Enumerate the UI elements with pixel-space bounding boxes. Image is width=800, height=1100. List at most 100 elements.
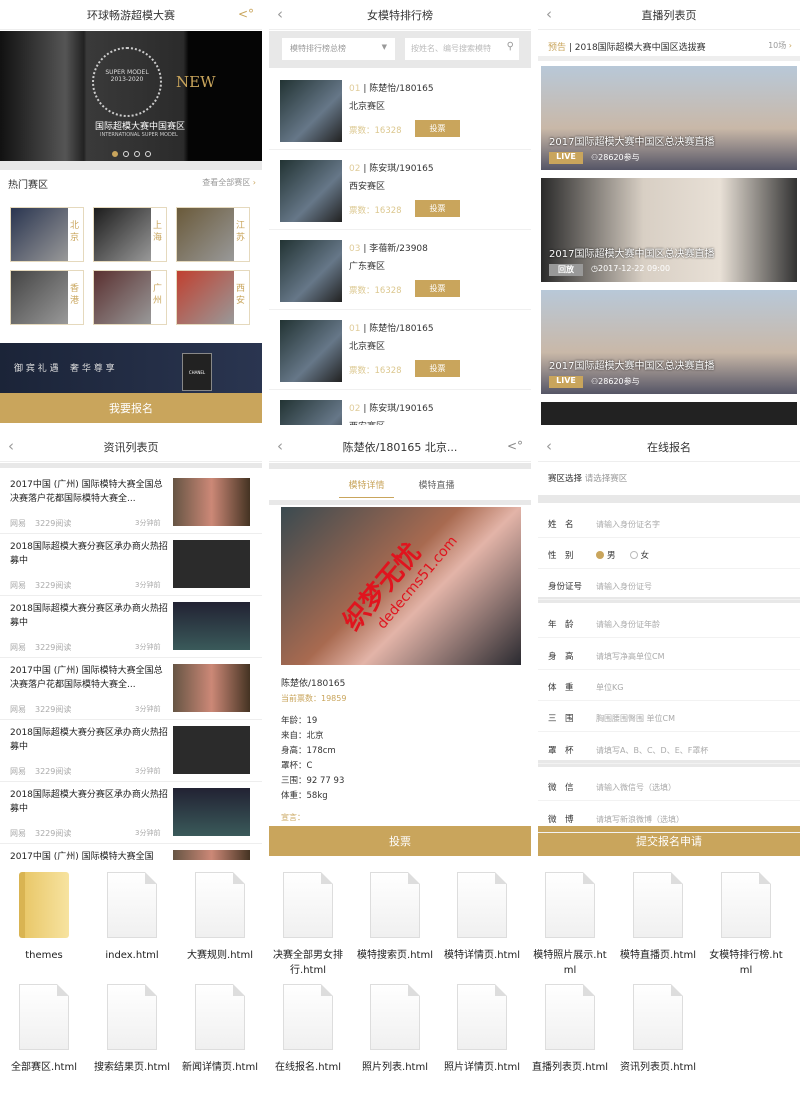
field-placeholder[interactable]: 请输入身份证号: [596, 582, 652, 591]
live-card[interactable]: 2017国际超模大赛中国区总决赛直播 回放 ◷2017-12-22 09:00: [541, 178, 797, 282]
back-icon[interactable]: ‹: [277, 5, 283, 23]
news-item[interactable]: 2018国际超模大赛分赛区承办商火热招募中 网易 3229阅读 3分钟前: [0, 598, 262, 658]
model-thumbnail[interactable]: [280, 80, 342, 142]
file-item[interactable]: 照片详情页.html: [438, 984, 526, 1075]
region-tile[interactable]: 香港: [10, 270, 84, 325]
ranking-row[interactable]: 01 | 陈楚怡/180165 北京赛区 票数：16328 投票: [269, 72, 531, 150]
field-placeholder[interactable]: 请输入身份证名字: [596, 520, 660, 529]
field-placeholder[interactable]: 单位KG: [596, 683, 623, 692]
tab-model-detail[interactable]: 模特详情: [339, 478, 394, 498]
tab-model-live[interactable]: 模特直播: [409, 478, 464, 491]
news-item[interactable]: 2017中国 (广州) 国际模特大赛全国总决赛落户花都国际模特大赛全... 网易 3…: [0, 660, 262, 720]
back-icon[interactable]: ‹: [277, 437, 283, 455]
model-thumbnail[interactable]: [280, 160, 342, 222]
file-item[interactable]: 新闻详情页.html: [176, 984, 264, 1075]
field-placeholder[interactable]: 请输入身份证年龄: [596, 620, 660, 629]
file-item[interactable]: 照片列表.html: [351, 984, 439, 1075]
carousel-dot[interactable]: [123, 151, 129, 157]
file-item[interactable]: 资讯列表页.html: [614, 984, 702, 1075]
news-item[interactable]: 2017中国 (广州) 国际模特大赛全国总决赛落户花都国际模特大赛全... 网易 3…: [0, 474, 262, 534]
carousel-dot[interactable]: [112, 151, 118, 157]
region-select[interactable]: 赛区选择 请选择赛区: [548, 472, 627, 484]
form-row[interactable]: 身份证号 请输入身份证号: [538, 570, 800, 600]
file-name: 全部赛区.html: [11, 1062, 77, 1073]
view-all-regions-link[interactable]: 查看全部赛区 ›: [202, 177, 256, 188]
file-item[interactable]: 模特直播页.html: [614, 872, 702, 963]
region-tile[interactable]: 广州: [93, 270, 167, 325]
form-row[interactable]: 微 博 请填写新浪微博（选填）: [538, 803, 800, 833]
carousel-dot[interactable]: [134, 151, 140, 157]
notice-bar[interactable]: 预告 | 2018国际超模大赛中国区选拔赛 10场 ›: [538, 31, 800, 61]
radio-icon[interactable]: [629, 551, 638, 559]
news-title: 2018国际超模大赛分赛区承办商火热招募中: [10, 728, 168, 752]
field-placeholder[interactable]: 胸围腰围臀围 单位CM: [596, 714, 675, 723]
file-item[interactable]: 模特照片展示.html: [526, 872, 614, 978]
live-card[interactable]: 2017国际超模大赛中国区总决赛直播 LIVE ⚇28620参与: [541, 66, 797, 170]
news-item[interactable]: 2018国际超模大赛分赛区承办商火热招募中 网易 3229阅读 3分钟前: [0, 536, 262, 596]
file-item[interactable]: 直播列表页.html: [526, 984, 614, 1075]
model-thumbnail[interactable]: [280, 320, 342, 382]
live-card[interactable]: 2017国际超模大赛中国区总决赛直播 LIVE ⚇28620参与: [541, 290, 797, 394]
hero-banner[interactable]: SUPER MODEL 2013-2020 NEW 国际超模大赛中国赛区 INTE…: [0, 31, 262, 161]
ranking-row[interactable]: 02 | 陈安琪/190165西安赛区票数：16328投票: [269, 152, 531, 230]
form-row[interactable]: 身 高 请填写净高单位CM: [538, 640, 800, 670]
signup-button[interactable]: 我要报名: [0, 393, 262, 423]
file-item[interactable]: 全部赛区.html: [0, 984, 88, 1075]
news-reads: 3229阅读: [35, 767, 72, 776]
form-row[interactable]: 体 重 单位KG: [538, 671, 800, 701]
file-item[interactable]: 决赛全部男女排行.html: [264, 872, 352, 978]
gender-option-1[interactable]: 女: [629, 551, 649, 561]
file-item[interactable]: 女模特排行榜.html: [702, 872, 790, 978]
region-tile[interactable]: 上海: [93, 207, 167, 262]
field-placeholder[interactable]: 请输入微信号（选填）: [596, 783, 676, 792]
share-icon[interactable]: <°: [507, 439, 523, 453]
live-card[interactable]: [541, 402, 797, 425]
folder-item[interactable]: themes: [0, 872, 88, 963]
vote-button[interactable]: 投票: [415, 360, 460, 377]
search-input[interactable]: 按姓名、编号搜索模特 ⚲: [405, 38, 519, 60]
form-row[interactable]: 年 龄 请输入身份证年龄: [538, 608, 800, 638]
back-icon[interactable]: ‹: [8, 437, 14, 455]
ranking-row[interactable]: 02 | 陈安琪/190165西安赛区票数：16328投票: [269, 392, 531, 425]
form-row[interactable]: 微 信 请输入微信号（选填）: [538, 771, 800, 801]
region-tile[interactable]: 西安: [176, 270, 250, 325]
model-thumbnail[interactable]: [280, 400, 342, 425]
back-icon[interactable]: ‹: [546, 437, 552, 455]
form-row[interactable]: 罩 杯 请填写A、B、C、D、E、F罩杯: [538, 734, 800, 764]
news-item[interactable]: 2018国际超模大赛分赛区承办商火热招募中 网易 3229阅读 3分钟前: [0, 722, 262, 782]
news-item[interactable]: 2017中国 (广州) 国际模特大赛全国: [0, 846, 262, 860]
vote-button[interactable]: 投票: [415, 120, 460, 137]
vote-button[interactable]: 投票: [269, 826, 531, 856]
file-item[interactable]: 模特详情页.html: [438, 872, 526, 963]
carousel-dot[interactable]: [145, 151, 151, 157]
news-item[interactable]: 2018国际超模大赛分赛区承办商火热招募中 网易 3229阅读 3分钟前: [0, 784, 262, 844]
file-item[interactable]: 在线报名.html: [264, 984, 352, 1075]
search-icon[interactable]: ⚲: [507, 41, 514, 52]
region-label: 赛区选择: [548, 474, 583, 484]
vote-button[interactable]: 投票: [415, 200, 460, 217]
field-placeholder[interactable]: 请填写新浪微博（选填）: [596, 815, 684, 824]
back-icon[interactable]: ‹: [546, 5, 552, 23]
html-file-icon: [19, 984, 69, 1050]
file-item[interactable]: 搜索结果页.html: [88, 984, 176, 1075]
ranking-select[interactable]: 模特排行榜总榜 ▼: [282, 38, 395, 60]
file-item[interactable]: 模特搜索页.html: [351, 872, 439, 963]
model-thumbnail[interactable]: [280, 240, 342, 302]
ranking-row[interactable]: 03 | 李蓓新/23908 广东赛区 票数：16328 投票: [269, 232, 531, 310]
field-placeholder[interactable]: 请填写净高单位CM: [596, 652, 665, 661]
file-item[interactable]: index.html: [88, 872, 176, 963]
share-icon[interactable]: <°: [238, 7, 254, 21]
region-tile[interactable]: 江苏: [176, 207, 250, 262]
form-row[interactable]: 姓 名 请输入身份证名字: [538, 508, 800, 538]
radio-icon[interactable]: [596, 551, 604, 559]
ad-banner[interactable]: 御 宾 礼 遇 奢 华 尊 享 CHANEL: [0, 343, 262, 395]
form-row[interactable]: 三 围 胸围腰围臀围 单位CM: [538, 702, 800, 732]
gender-option-0[interactable]: 男: [596, 551, 616, 561]
field-placeholder[interactable]: 请填写A、B、C、D、E、F罩杯: [596, 746, 708, 755]
region-tile[interactable]: 北京: [10, 207, 84, 262]
file-item[interactable]: 大赛规则.html: [176, 872, 264, 963]
carousel-dots[interactable]: [112, 151, 151, 157]
vote-button[interactable]: 投票: [415, 280, 460, 297]
ranking-row[interactable]: 01 | 陈楚怡/180165 北京赛区 票数：16328 投票: [269, 312, 531, 390]
news-reads: 3229阅读: [35, 829, 72, 838]
